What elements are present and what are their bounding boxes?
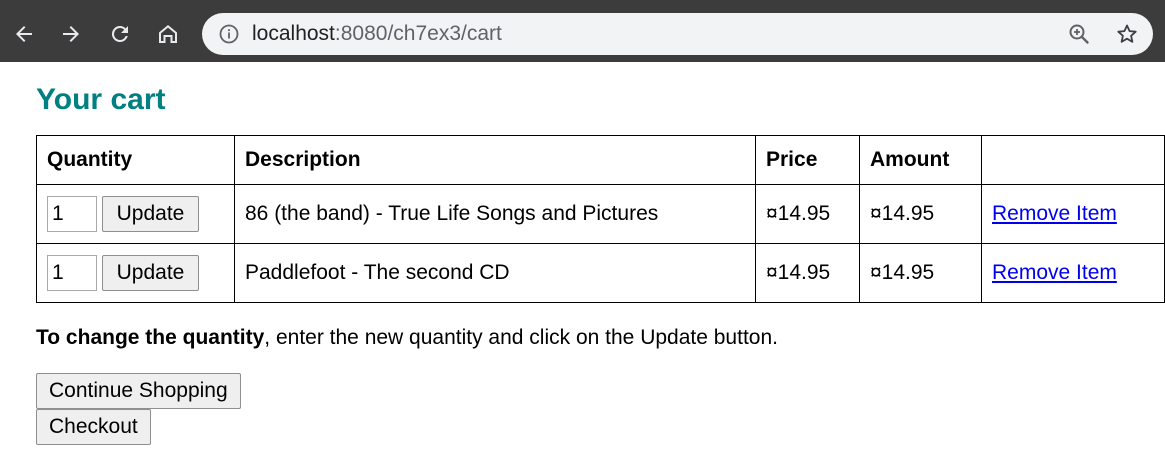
table-header-row: Quantity Description Price Amount (36, 135, 1165, 185)
back-button[interactable] (4, 14, 44, 54)
update-button[interactable]: Update (102, 255, 199, 291)
update-button[interactable]: Update (102, 196, 199, 232)
help-text-rest: , enter the new quantity and click on th… (264, 326, 778, 349)
reload-button[interactable] (100, 14, 140, 54)
quantity-input[interactable] (47, 196, 97, 232)
address-bar[interactable]: localhost:8080/ch7ex3/cart (202, 13, 1153, 55)
quantity-cell: Update (36, 243, 235, 303)
price-cell: ¤14.95 (755, 243, 860, 303)
reload-icon (111, 25, 128, 42)
cart-actions: Continue Shopping Checkout (36, 373, 1165, 445)
checkout-button[interactable]: Checkout (36, 409, 151, 445)
header-remove (981, 135, 1165, 185)
star-icon[interactable] (1115, 22, 1139, 46)
help-text: To change the quantity, enter the new qu… (36, 323, 1165, 353)
remove-cell: Remove Item (981, 243, 1165, 303)
url-path: :8080/ch7ex3/cart (334, 22, 502, 45)
remove-cell: Remove Item (981, 184, 1165, 244)
remove-item-link[interactable]: Remove Item (992, 261, 1117, 284)
forward-arrow-icon (63, 26, 79, 42)
url-host: localhost (252, 22, 335, 45)
home-button[interactable] (148, 14, 188, 54)
header-price: Price (755, 135, 860, 185)
cart-table: Quantity Description Price Amount Update… (36, 135, 1165, 303)
home-icon (159, 25, 177, 43)
header-description: Description (234, 135, 756, 185)
url-text[interactable]: localhost:8080/ch7ex3/cart (252, 22, 502, 46)
quantity-cell: Update (36, 184, 235, 244)
header-quantity: Quantity (36, 135, 235, 185)
quantity-input[interactable] (47, 255, 97, 291)
description-cell: Paddlefoot - The second CD (234, 243, 756, 303)
table-row: Update 86 (the band) - True Life Songs a… (36, 184, 1165, 244)
zoom-icon[interactable] (1067, 22, 1091, 46)
browser-toolbar: localhost:8080/ch7ex3/cart (0, 0, 1165, 62)
back-arrow-icon (16, 26, 32, 42)
remove-item-link[interactable]: Remove Item (992, 202, 1117, 225)
amount-cell: ¤14.95 (859, 184, 982, 244)
price-cell: ¤14.95 (755, 184, 860, 244)
header-amount: Amount (859, 135, 982, 185)
table-row: Update Paddlefoot - The second CD ¤14.95… (36, 243, 1165, 303)
amount-cell: ¤14.95 (859, 243, 982, 303)
description-cell: 86 (the band) - True Life Songs and Pict… (234, 184, 756, 244)
page-title: Your cart (36, 83, 166, 116)
help-text-bold: To change the quantity (36, 326, 265, 349)
forward-button[interactable] (51, 14, 91, 54)
info-icon[interactable] (219, 24, 239, 44)
continue-shopping-button[interactable]: Continue Shopping (36, 373, 241, 409)
page-content: Your cart Quantity Description Price Amo… (0, 62, 1165, 445)
